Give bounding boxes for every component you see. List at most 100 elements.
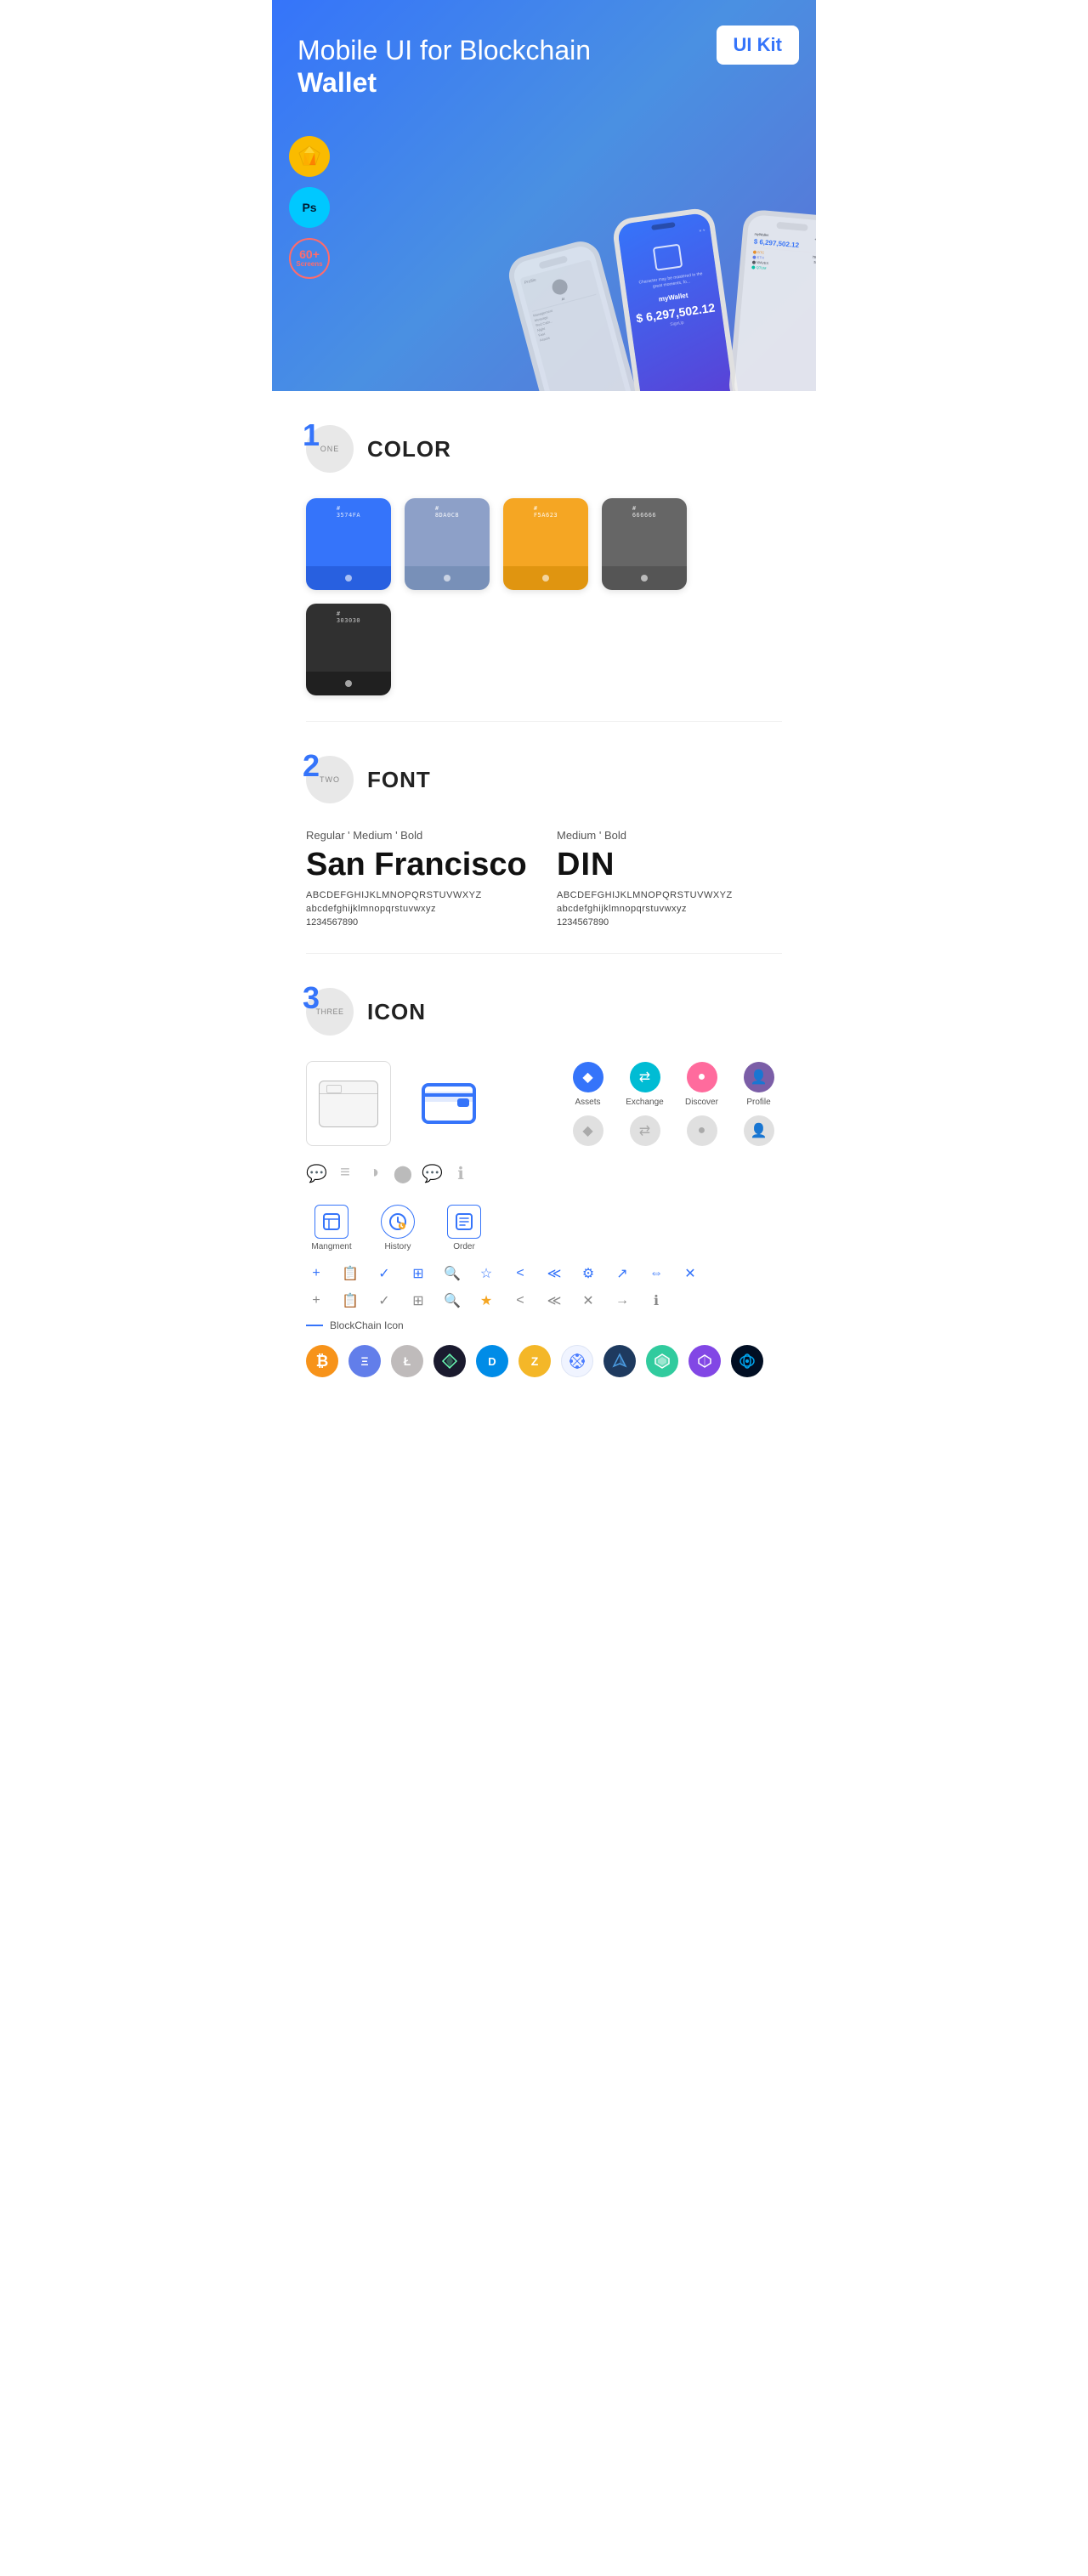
color-title: COLOR: [367, 436, 451, 462]
icon-title: ICON: [367, 999, 426, 1025]
section-num-1: ONE 1: [306, 425, 354, 473]
icon-assets: ◆ Assets: [564, 1062, 611, 1107]
info-icon: ℹ: [450, 1163, 471, 1184]
bancor-icon: [731, 1345, 763, 1377]
badges-column: Ps 60+ Screens: [289, 136, 330, 279]
circle-icon: ⬤: [393, 1163, 413, 1184]
icon-discover-gray: ●: [678, 1115, 725, 1146]
bitcoin-icon: ₿: [306, 1345, 338, 1377]
font-din: Medium ' Bold DIN ABCDEFGHIJKLMNOPQRSTUV…: [557, 829, 782, 928]
close-icon: ✕: [680, 1265, 700, 1282]
star-active-icon: ★: [476, 1292, 496, 1309]
icon-profile: 👤 Profile: [735, 1062, 782, 1107]
font-title: FONT: [367, 767, 431, 793]
icon-exchange: ⇄ Exchange: [621, 1062, 668, 1107]
icon-exchange-gray: ⇄: [621, 1115, 668, 1146]
ardor-icon: [604, 1345, 636, 1377]
font-grid: Regular ' Medium ' Bold San Francisco AB…: [306, 829, 782, 928]
matic-icon: [688, 1345, 721, 1377]
grid-gray-icon: ⊞: [408, 1292, 428, 1309]
dash-icon: D: [476, 1345, 508, 1377]
plus-gray-icon: +: [306, 1293, 326, 1308]
hero-section: Mobile UI for Blockchain Wallet UI Kit P…: [272, 0, 816, 391]
profile-gray-icon: 👤: [744, 1115, 774, 1146]
chevron-left-icon: <: [510, 1266, 530, 1281]
swatch-dark: #303030: [306, 604, 391, 695]
profile-icon: 👤: [744, 1062, 774, 1092]
font-section: TWO 2 FONT Regular ' Medium ' Bold San F…: [272, 722, 816, 953]
moon-icon: ◑: [364, 1163, 384, 1184]
phone-center: × + Character may be mastered in the gre…: [611, 207, 740, 391]
swatch-gray: #666666: [602, 498, 687, 590]
layers-icon: ≡: [335, 1163, 355, 1184]
assets-icon: ◆: [573, 1062, 604, 1092]
search-gray-icon: 🔍: [442, 1292, 462, 1309]
font-sf: Regular ' Medium ' Bold San Francisco AB…: [306, 829, 531, 928]
bubble-icon: 💬: [422, 1163, 442, 1184]
nav-icons-colored: ◆ Assets ⇄ Exchange ● Discover 👤 Profile: [564, 1062, 782, 1146]
share-icon: ≪: [544, 1265, 564, 1282]
check-gray-icon: ✓: [374, 1292, 394, 1309]
small-icons-row2: + 📋 ✓ ⊞ 🔍 ★ < ≪ ✕ → ℹ: [306, 1292, 782, 1309]
color-swatches: #3574FA #8DA0C8 #F5A623 #666666 #303030: [306, 498, 782, 695]
swatch-blue: #3574FA: [306, 498, 391, 590]
close-gray-icon: ✕: [578, 1292, 598, 1309]
search-icon: 🔍: [442, 1265, 462, 1282]
clipboard-gray-icon: 📋: [340, 1292, 360, 1309]
sketch-badge: [289, 136, 330, 177]
phones-container: Profile AI Management Message Red Cabr..…: [523, 213, 816, 391]
tab-icons-row: Mangment History: [306, 1205, 782, 1251]
history-icon: [381, 1205, 415, 1239]
ethereum-icon: Ξ: [348, 1345, 381, 1377]
discover-icon: ●: [687, 1062, 717, 1092]
discover-gray-icon: ●: [687, 1115, 717, 1146]
ps-badge: Ps: [289, 187, 330, 228]
clipboard-icon: 📋: [340, 1265, 360, 1282]
swatch-orange: #F5A623: [503, 498, 588, 590]
plus-icon: +: [306, 1266, 326, 1281]
wallet-wireframe: [306, 1061, 391, 1146]
info-gray-icon: ℹ: [646, 1292, 666, 1309]
ui-kit-badge: UI Kit: [717, 26, 799, 65]
litecoin-icon: Ł: [391, 1345, 423, 1377]
grid-icon: ⊞: [408, 1265, 428, 1282]
icon-section: THREE 3 ICON ◆ Assets: [272, 954, 816, 1403]
screens-badge: 60+ Screens: [289, 238, 330, 279]
section-num-3: THREE 3: [306, 988, 354, 1036]
history-tab: History: [372, 1205, 423, 1251]
phone-right: myWallet+ 12-298 $ 6,297,502.12 ⬤ BTC788…: [728, 208, 816, 391]
font-section-header: TWO 2 FONT: [306, 756, 782, 803]
swap-icon: ⇔: [646, 1266, 666, 1281]
zcash-icon: Z: [518, 1345, 551, 1377]
exchange-icon: ⇄: [630, 1062, 660, 1092]
arrow-right-icon: →: [612, 1293, 632, 1308]
share-gray-icon: ≪: [544, 1292, 564, 1309]
check-icon: ✓: [374, 1265, 394, 1282]
swatch-grayblue: #8DA0C8: [405, 498, 490, 590]
icon-assets-gray: ◆: [564, 1115, 611, 1146]
kyber-icon: [646, 1345, 678, 1377]
star-icon: ☆: [476, 1265, 496, 1282]
chevron-gray-icon: <: [510, 1293, 530, 1308]
blockchain-label: BlockChain Icon: [306, 1319, 782, 1331]
exchange-gray-icon: ⇄: [630, 1115, 660, 1146]
section-num-2: TWO 2: [306, 756, 354, 803]
management-tab: Mangment: [306, 1205, 357, 1251]
icon-profile-gray: 👤: [735, 1115, 782, 1146]
upload-icon: ↗: [612, 1265, 632, 1282]
color-section-header: ONE 1 COLOR: [306, 425, 782, 473]
wallet-icon-blue: [408, 1061, 493, 1146]
misc-icons: 💬 ≡ ◑ ⬤ 💬 ℹ: [306, 1163, 471, 1184]
management-icon: [314, 1205, 348, 1239]
icon-main-row: ◆ Assets ⇄ Exchange ● Discover 👤 Profile: [306, 1061, 782, 1184]
order-tab: Order: [439, 1205, 490, 1251]
crypto-icons: ₿ Ξ Ł D Z: [306, 1345, 782, 1377]
icon-discover: ● Discover: [678, 1062, 725, 1107]
icon-section-header: THREE 3 ICON: [306, 988, 782, 1036]
assets-gray-icon: ◆: [573, 1115, 604, 1146]
blocknet-icon: [561, 1345, 593, 1377]
chat-icon: 💬: [306, 1163, 326, 1184]
small-icons-row1: + 📋 ✓ ⊞ 🔍 ☆ < ≪ ⚙ ↗ ⇔ ✕: [306, 1265, 782, 1282]
gear-icon: ⚙: [578, 1265, 598, 1282]
order-icon: [447, 1205, 481, 1239]
